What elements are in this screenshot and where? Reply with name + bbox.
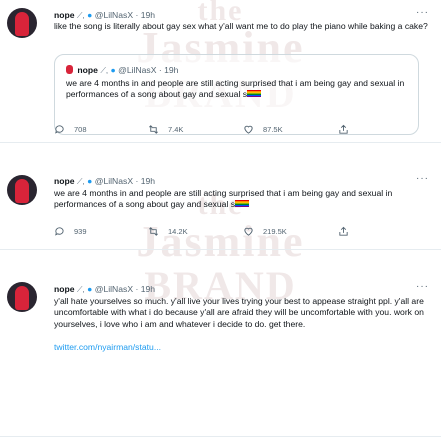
more-icon[interactable]: ··· [416,173,429,184]
rainbow-flag-icon [235,200,250,208]
rainbow-flag-icon [247,90,262,98]
share-icon [339,226,348,236]
retweet-count: 7.4K [168,125,184,134]
tweet-text: we are 4 months in and people are still … [54,188,434,211]
like-button[interactable]: 87.5K [243,124,283,135]
retweet-button[interactable]: 14.2K [148,226,188,237]
share-button[interactable] [338,226,349,237]
display-name[interactable]: nope [54,284,75,294]
tweet-header: nope ⟋, ● @LilNasX · 19h [54,175,155,188]
like-icon [244,227,253,236]
avatar[interactable] [7,282,37,312]
display-name: nope [77,65,98,75]
tweet[interactable]: nope ⟋, ● @LilNasX · 19h ··· like the so… [0,0,441,143]
share-button[interactable] [338,124,349,135]
retweet-button[interactable]: 7.4K [148,124,183,135]
display-name[interactable]: nope [54,176,75,186]
avatar[interactable] [7,8,37,38]
retweet-icon [149,227,158,236]
reply-button[interactable]: 708 [54,124,87,135]
timestamp[interactable]: · 19h [135,10,155,20]
rose-icon: ⟋, [76,285,85,294]
like-icon [244,125,253,134]
tweet-text: like the song is literally about gay sex… [54,21,428,31]
handle: @LilNasX [118,65,157,75]
reply-icon [55,227,64,236]
quoted-tweet-header: nope ⟋, ● @LilNasX · 19h [66,64,178,77]
timestamp[interactable]: · 19h [135,176,155,186]
like-count: 219.5K [263,227,287,236]
rose-icon: ⟋, [100,66,109,75]
tweet-actions: 939 14.2K 219.5K [54,226,434,240]
tweet[interactable]: nope ⟋, ● @LilNasX · 19h ··· y'all hate … [0,250,441,437]
tweet-text: y'all hate yourselves so much. y'all liv… [54,296,424,329]
avatar[interactable] [7,175,37,205]
rose-icon: ⟋, [76,11,85,20]
quoted-tweet-text-content: we are 4 months in and people are still … [66,78,405,100]
handle[interactable]: @LilNasX [95,176,133,186]
display-name[interactable]: nope [54,10,75,20]
timestamp: · 19h [158,65,179,75]
retweet-icon [149,125,158,134]
more-icon[interactable]: ··· [416,7,429,18]
reply-count: 708 [74,125,87,134]
more-icon[interactable]: ··· [416,281,429,292]
rose-icon: ⟋, [76,177,85,186]
share-icon [339,124,348,134]
avatar [66,65,73,74]
like-button[interactable]: 219.5K [243,226,287,237]
handle[interactable]: @LilNasX [95,10,133,20]
tweet-text-content: we are 4 months in and people are still … [54,188,393,210]
tweet-actions: 708 7.4K 87.5K [54,124,434,138]
verified-badge-icon: ● [87,284,93,294]
timestamp[interactable]: · 19h [135,284,155,294]
retweet-count: 14.2K [168,227,188,236]
quoted-tweet[interactable]: nope ⟋, ● @LilNasX · 19h we are 4 months… [54,54,419,135]
verified-badge-icon: ● [87,176,93,186]
tweet[interactable]: nope ⟋, ● @LilNasX · 19h ··· we are 4 mo… [0,143,441,250]
verified-badge-icon: ● [87,10,93,20]
verified-badge-icon: ● [110,65,116,75]
reply-button[interactable]: 939 [54,226,87,237]
reply-count: 939 [74,227,87,236]
reply-icon [55,125,64,134]
handle[interactable]: @LilNasX [95,284,133,294]
quoted-tweet-text: we are 4 months in and people are still … [66,78,411,101]
like-count: 87.5K [263,125,283,134]
tweet-header: nope ⟋, ● @LilNasX · 19h [54,283,155,296]
tweet-link[interactable]: twitter.com/nyairman/statu... [54,342,434,353]
